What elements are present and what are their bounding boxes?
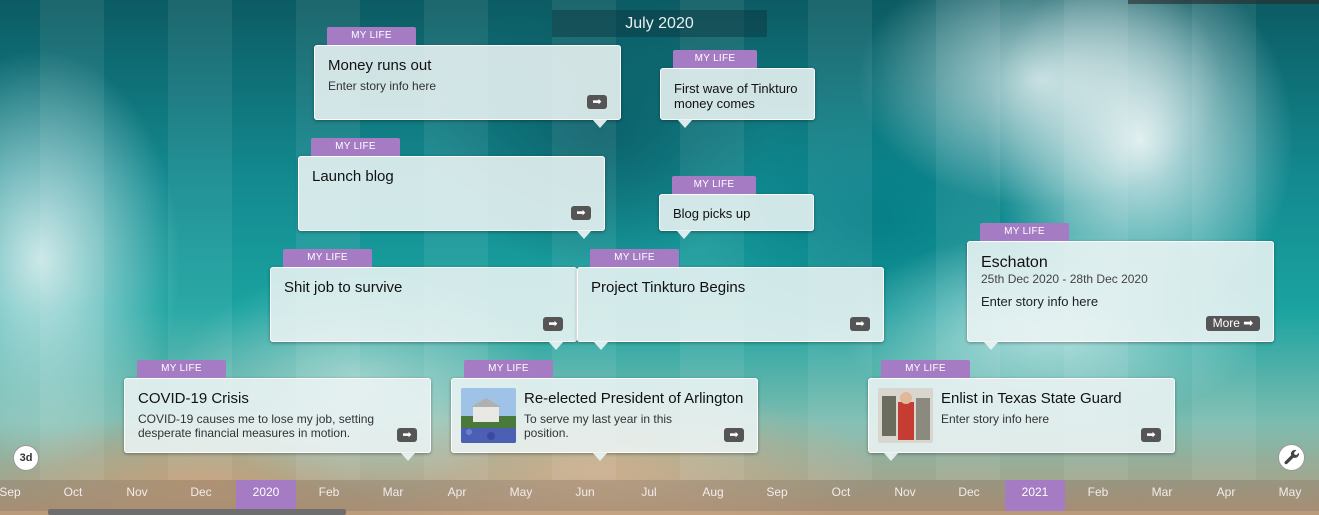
month-label[interactable]: Feb — [297, 480, 361, 511]
card-pointer — [676, 230, 692, 239]
card-pointer — [983, 341, 999, 350]
story-description: Enter story info here — [328, 79, 437, 93]
month-label[interactable]: Jun — [553, 480, 617, 511]
arrow-icon[interactable]: ➡ — [587, 95, 607, 109]
month-label[interactable]: Dec — [169, 480, 233, 511]
view-3d-button[interactable]: 3d — [13, 445, 39, 471]
story-title: Money runs out — [328, 57, 432, 74]
category-tab: MY LIFE — [311, 138, 400, 156]
category-tab: MY LIFE — [672, 176, 756, 194]
arrow-icon[interactable]: ➡ — [397, 428, 417, 442]
card-pointer — [592, 119, 608, 128]
story-title: Enlist in Texas State Guard — [941, 390, 1122, 407]
card-pointer — [400, 452, 416, 461]
card-pointer — [576, 230, 592, 239]
story-card[interactable]: MY LIFE COVID-19 Crisis COVID-19 causes … — [124, 360, 431, 461]
month-label[interactable]: Apr — [1194, 480, 1258, 511]
month-label[interactable]: Nov — [873, 480, 937, 511]
story-card[interactable]: MY LIFE Eschaton 25th Dec 2020 - 28th De… — [967, 223, 1274, 350]
category-tab: MY LIFE — [881, 360, 970, 378]
story-description: Enter story info here — [981, 294, 1099, 309]
story-card[interactable]: MY LIFE Shit job to survive ➡ — [270, 249, 577, 350]
story-description: To serve my last year in this position. — [524, 412, 673, 440]
arrow-icon[interactable]: ➡ — [850, 317, 870, 331]
top-edge-bar — [1128, 0, 1319, 4]
category-tab: MY LIFE — [327, 27, 416, 45]
story-card[interactable]: MY LIFE Re-elected President of Arlingto… — [451, 360, 758, 461]
month-label[interactable]: Nov — [105, 480, 169, 511]
story-title: Project Tinkturo Begins — [591, 279, 746, 296]
category-tab: MY LIFE — [590, 249, 679, 267]
story-title: First wave of Tinkturo money comes — [674, 81, 798, 111]
month-label[interactable]: Mar — [361, 480, 425, 511]
month-label[interactable]: Sep — [745, 480, 809, 511]
month-label[interactable]: Oct — [41, 480, 105, 511]
current-month-header: July 2020 — [552, 10, 767, 37]
year-label[interactable]: 2020 — [236, 480, 296, 511]
month-stripe — [1192, 0, 1256, 480]
month-label[interactable]: May — [1258, 480, 1319, 511]
category-tab: MY LIFE — [137, 360, 226, 378]
year-label[interactable]: 2021 — [1005, 480, 1065, 511]
month-stripe — [40, 0, 104, 480]
story-card[interactable]: MY LIFE Launch blog ➡ — [298, 138, 605, 239]
category-tab: MY LIFE — [673, 50, 757, 68]
month-label[interactable]: Aug — [681, 480, 745, 511]
story-description: COVID-19 causes me to lose my job, setti… — [138, 412, 375, 440]
story-thumbnail-image — [878, 388, 933, 443]
card-pointer — [548, 341, 564, 350]
story-title: Eschaton — [981, 254, 1048, 271]
card-pointer — [677, 119, 693, 128]
story-title: COVID-19 Crisis — [138, 390, 249, 407]
timeline-axis[interactable]: Sep Oct Nov Dec 2020 Feb Mar Apr May Jun… — [0, 480, 1319, 511]
month-stripe — [808, 0, 872, 480]
arrow-icon[interactable]: ➡ — [543, 317, 563, 331]
story-thumbnail-image — [461, 388, 516, 443]
category-tab: MY LIFE — [283, 249, 372, 267]
story-title: Shit job to survive — [284, 279, 403, 296]
story-card[interactable]: MY LIFE Blog picks up — [659, 176, 814, 239]
month-label[interactable]: Dec — [937, 480, 1001, 511]
month-label[interactable]: Mar — [1130, 480, 1194, 511]
story-card[interactable]: MY LIFE Project Tinkturo Begins ➡ — [577, 249, 884, 350]
arrow-icon[interactable]: ➡ — [1141, 428, 1161, 442]
month-label[interactable]: Sep — [0, 480, 42, 511]
story-title: Blog picks up — [673, 206, 751, 221]
timeline-scrollbar[interactable] — [48, 509, 346, 515]
wrench-icon[interactable] — [1278, 444, 1305, 471]
more-label: More — [1212, 316, 1240, 330]
card-pointer — [593, 341, 609, 350]
story-title: Launch blog — [312, 168, 394, 185]
arrow-icon[interactable]: ➡ — [571, 206, 591, 220]
story-dates: 25th Dec 2020 - 28th Dec 2020 — [981, 272, 1148, 286]
story-card[interactable]: MY LIFE Money runs out Enter story info … — [314, 27, 621, 128]
category-tab: MY LIFE — [980, 223, 1069, 241]
month-label[interactable]: Apr — [425, 480, 489, 511]
card-pointer — [883, 452, 899, 461]
story-description: Enter story info here — [941, 412, 1050, 426]
story-card[interactable]: MY LIFE Enlist in Texas State Guard Ente… — [868, 360, 1175, 461]
card-pointer — [592, 452, 608, 461]
arrow-icon[interactable]: ➡ — [724, 428, 744, 442]
story-card[interactable]: MY LIFE First wave of Tinkturo money com… — [660, 50, 815, 128]
month-label[interactable]: Oct — [809, 480, 873, 511]
month-label[interactable]: Jul — [617, 480, 681, 511]
category-tab: MY LIFE — [464, 360, 553, 378]
month-label[interactable]: Feb — [1066, 480, 1130, 511]
story-title: Re-elected President of Arlington — [524, 390, 744, 407]
month-label[interactable]: May — [489, 480, 553, 511]
more-button[interactable]: More ➡ — [1206, 316, 1260, 331]
